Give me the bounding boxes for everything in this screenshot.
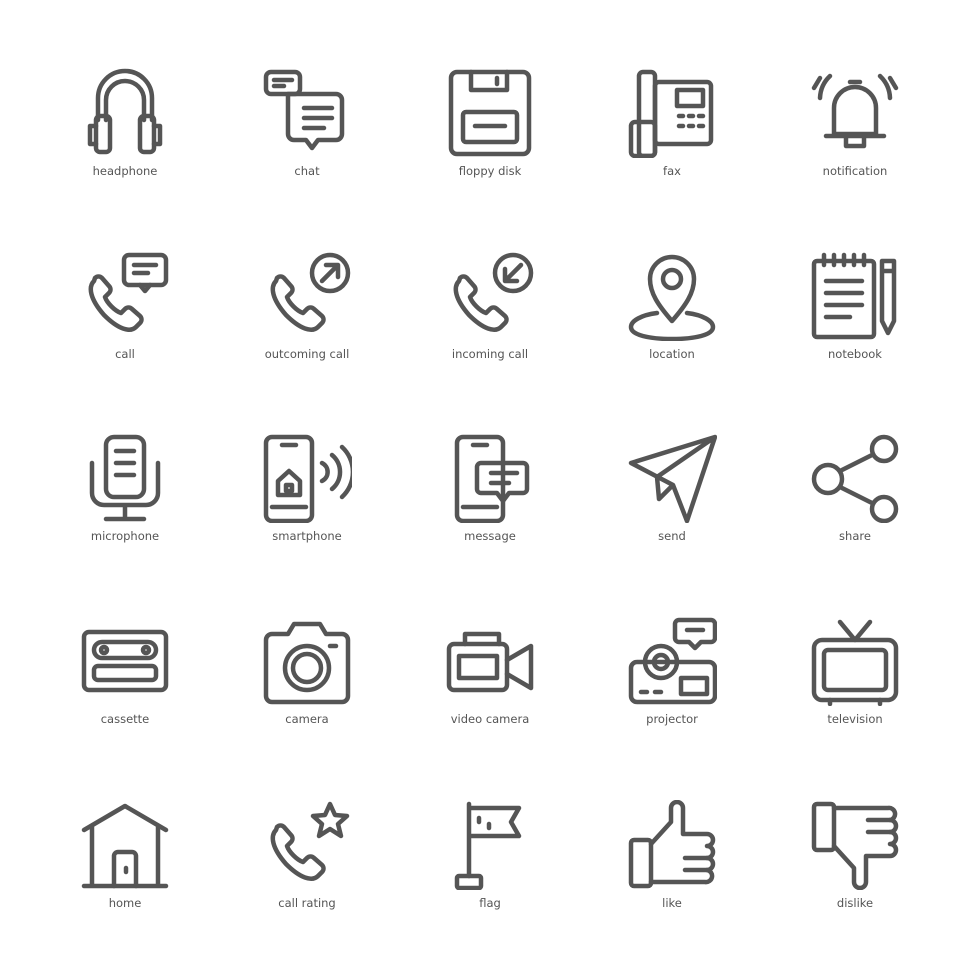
- icon-label: headphone: [92, 164, 158, 178]
- headphone-icon: [87, 68, 163, 155]
- icon-label: notebook: [828, 347, 882, 361]
- cassette-icon: [81, 629, 169, 693]
- icon-cell-location: location: [582, 251, 762, 391]
- home-icon: [81, 803, 169, 889]
- message-icon: [454, 434, 530, 523]
- icon-cell-outcoming-call: outcoming call: [217, 251, 397, 391]
- icon-label: television: [827, 712, 883, 726]
- icon-label: message: [464, 529, 516, 543]
- icon-label: home: [108, 896, 142, 910]
- smartphone-icon: [263, 434, 352, 523]
- notebook-icon: [811, 252, 897, 340]
- icon-cell-dislike: dislike: [765, 800, 945, 940]
- microphone-icon: [89, 434, 161, 522]
- icon-label: dislike: [836, 896, 874, 910]
- icon-label: cassette: [100, 712, 150, 726]
- location-icon: [628, 254, 716, 341]
- icon-label: projector: [646, 712, 698, 726]
- icon-cell-message: message: [400, 433, 580, 573]
- icon-cell-television: television: [765, 616, 945, 756]
- icon-cell-headphone: headphone: [35, 68, 215, 208]
- fax-icon: [628, 69, 714, 158]
- like-icon: [628, 800, 716, 889]
- icon-cell-fax: fax: [582, 68, 762, 208]
- chat-icon: [263, 69, 345, 151]
- camera-icon: [263, 621, 351, 705]
- outcoming-call-icon: [270, 252, 351, 332]
- icon-cell-cassette: cassette: [35, 616, 215, 756]
- icon-cell-flag: flag: [400, 800, 580, 940]
- icon-cell-like: like: [582, 800, 762, 940]
- icon-cell-notebook: notebook: [765, 251, 945, 391]
- icon-cell-smartphone: smartphone: [217, 433, 397, 573]
- icon-cell-chat: chat: [217, 68, 397, 208]
- video-camera-icon: [446, 631, 534, 693]
- icon-label: microphone: [90, 529, 160, 543]
- icon-label: flag: [479, 896, 501, 910]
- icon-label: share: [839, 529, 871, 543]
- icon-cell-notification: notification: [765, 68, 945, 208]
- icon-label: smartphone: [272, 529, 342, 543]
- icon-cell-call: call: [35, 251, 215, 391]
- share-icon: [811, 434, 899, 523]
- icon-cell-send: send: [582, 433, 762, 573]
- icon-label: outcoming call: [264, 347, 350, 361]
- icon-cell-share: share: [765, 433, 945, 573]
- flag-icon: [454, 801, 522, 890]
- icon-label: location: [649, 347, 695, 361]
- icon-label: camera: [285, 712, 329, 726]
- icon-label: call rating: [278, 896, 336, 910]
- call-rating-icon: [270, 801, 350, 881]
- icon-cell-camera: camera: [217, 616, 397, 756]
- incoming-call-icon: [453, 252, 534, 332]
- icon-label: call: [115, 347, 135, 361]
- icon-label: send: [658, 529, 686, 543]
- projector-icon: [628, 617, 717, 705]
- icon-cell-video-camera: video camera: [400, 616, 580, 756]
- floppy-disk-icon: [448, 69, 532, 157]
- television-icon: [811, 619, 899, 706]
- icon-label: floppy disk: [458, 164, 522, 178]
- send-icon: [628, 434, 717, 523]
- icon-label: fax: [663, 164, 681, 178]
- icon-label: incoming call: [451, 347, 529, 361]
- call-icon: [88, 252, 169, 332]
- icon-label: video camera: [450, 712, 530, 726]
- icon-cell-call-rating: call rating: [217, 800, 397, 940]
- dislike-icon: [811, 801, 899, 890]
- icon-cell-projector: projector: [582, 616, 762, 756]
- icon-cell-microphone: microphone: [35, 433, 215, 573]
- icon-label: like: [662, 896, 682, 910]
- notification-icon: [811, 73, 899, 149]
- icon-label: chat: [294, 164, 320, 178]
- icon-cell-home: home: [35, 800, 215, 940]
- icon-cell-incoming-call: incoming call: [400, 251, 580, 391]
- icon-cell-floppy-disk: floppy disk: [400, 68, 580, 208]
- icon-label: notification: [822, 164, 888, 178]
